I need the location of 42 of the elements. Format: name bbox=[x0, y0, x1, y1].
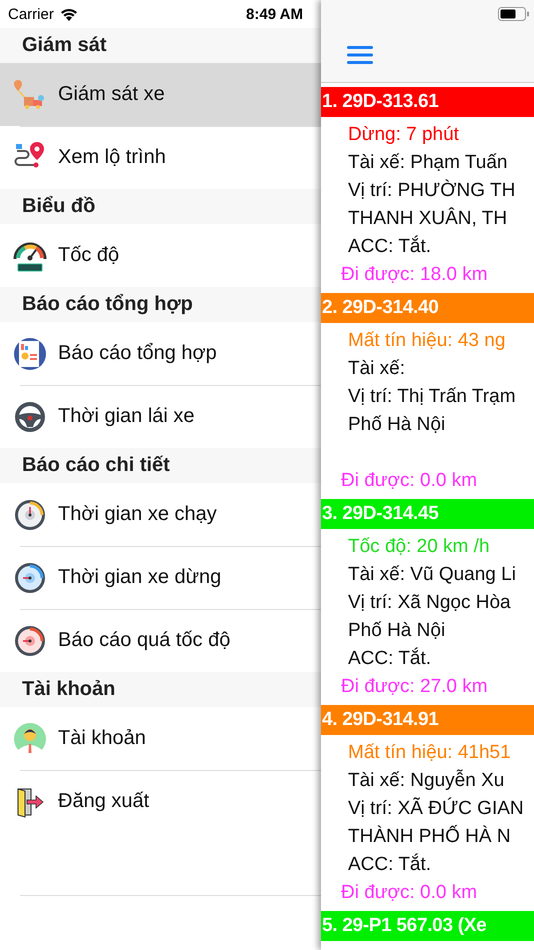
gauge-icon bbox=[13, 560, 47, 594]
menu-item[interactable]: Giám sát xe bbox=[0, 63, 321, 126]
carrier-label: Carrier bbox=[8, 6, 54, 22]
clock-time: 8:49 AM bbox=[246, 6, 303, 22]
vehicle-detail: Tài xế: Phạm Tuấn bbox=[348, 151, 508, 175]
distance-text: Đi được: 0.0 km bbox=[341, 469, 478, 493]
vehicle-detail: Vị trí: XÃ ĐỨC GIAN bbox=[348, 796, 525, 821]
menu-icon[interactable] bbox=[347, 45, 373, 65]
vehicle-detail: Tài xế: Vũ Quang Li bbox=[348, 563, 517, 587]
section-header: Báo cáo chi tiết bbox=[0, 448, 321, 483]
section-header: Báo cáo tổng hợp bbox=[0, 287, 321, 322]
distance-text: Đi được: 18.0 km bbox=[341, 263, 489, 287]
gauge-icon bbox=[13, 624, 47, 658]
gauge-icon bbox=[13, 498, 47, 532]
battery-icon bbox=[498, 7, 530, 21]
vehicle-status: Mất tín hiệu: 43 ng bbox=[348, 329, 506, 353]
vehicle-detail: ACC: Tắt. bbox=[348, 852, 432, 877]
vehicle-header[interactable]: 1. 29D-313.61 bbox=[321, 87, 534, 117]
avatar-icon bbox=[13, 722, 47, 756]
distance-text: Đi được: 27.0 km bbox=[341, 675, 489, 699]
section-header: Biểu đồ bbox=[0, 189, 321, 224]
vehicle-detail: THÀNH PHỐ HÀ N bbox=[348, 824, 512, 849]
vehicle-detail: Tài xế: Nguyễn Xu bbox=[348, 768, 506, 793]
pin-truck-icon bbox=[13, 78, 47, 112]
vehicle-status: Dừng: 7 phút bbox=[348, 123, 460, 147]
vehicle-detail: ACC: Tắt. bbox=[348, 646, 432, 671]
vehicle-status: Mất tín hiệu: 41h51 bbox=[348, 741, 512, 765]
distance-text: Đi được: 0.0 km bbox=[341, 881, 478, 905]
vehicle-detail: Vị trí: Xã Ngọc Hòa bbox=[348, 591, 512, 615]
vehicle-detail: Vị trí: Thị Trấn Trạm bbox=[348, 385, 517, 409]
vehicle-detail: Phố Hà Nội bbox=[348, 619, 446, 643]
report-icon bbox=[13, 336, 47, 370]
section-header: Tài khoản bbox=[0, 672, 321, 707]
wifi-icon bbox=[60, 8, 78, 20]
vehicle-status: Tốc độ: 20 km /h bbox=[348, 535, 491, 559]
vehicle-detail: Tài xế: bbox=[348, 357, 406, 381]
vehicle-detail: THANH XUÂN, TH bbox=[348, 206, 508, 231]
vehicle-detail: Phố Hà Nội bbox=[348, 413, 446, 437]
vehicle-detail: ACC: Tắt. bbox=[348, 234, 432, 259]
steering-wheel-icon bbox=[13, 400, 47, 434]
section-header: Giám sát bbox=[0, 28, 321, 63]
vehicle-detail: Vị trí: PHƯỜNG TH bbox=[348, 178, 516, 203]
